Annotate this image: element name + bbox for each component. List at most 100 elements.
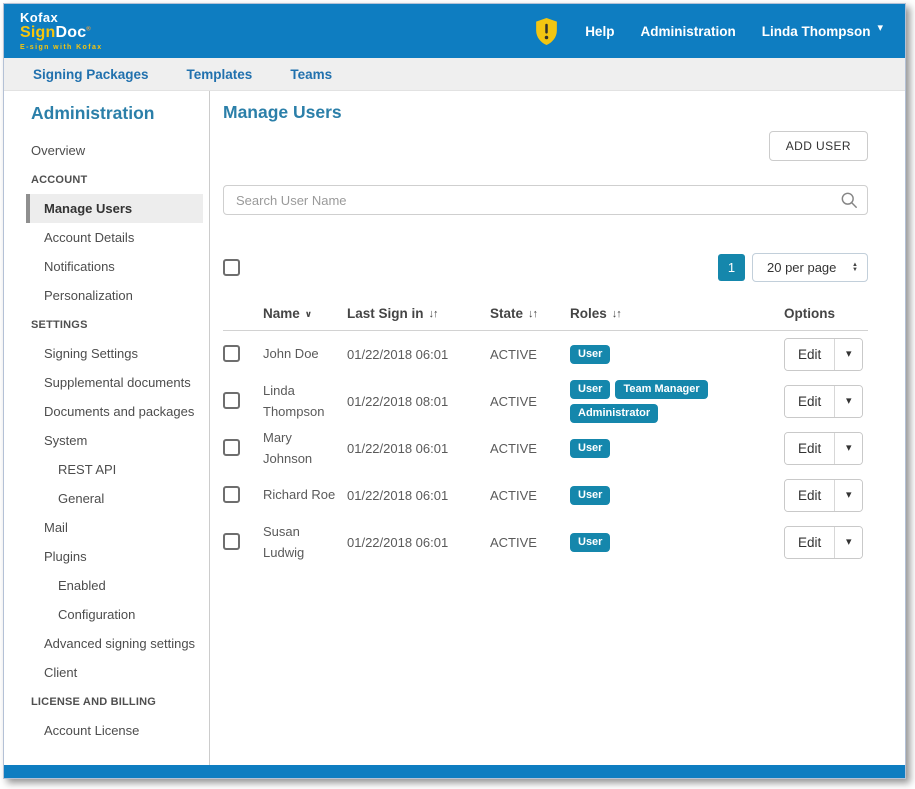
page-1-button[interactable]: 1	[718, 254, 745, 281]
sort-desc-icon: ∨	[305, 309, 312, 320]
select-arrows-icon: ▲ ▼	[852, 263, 858, 273]
header-menu: Help Administration Linda Thompson ▾	[534, 17, 883, 46]
sidebar-item-client[interactable]: Client	[4, 658, 209, 687]
caret-down-icon: ▾	[846, 443, 852, 454]
sidebar-item-general[interactable]: General	[4, 484, 209, 513]
sidebar-item-label: Signing Settings	[44, 346, 138, 361]
sidebar-item-label: Documents and packages	[44, 404, 194, 419]
user-last-sign-in: 01/22/2018 06:01	[347, 535, 490, 550]
nav-templates[interactable]: Templates	[187, 67, 253, 82]
table-row: Susan Ludwig 01/22/2018 06:01 ACTIVE Use…	[223, 519, 868, 566]
user-name: Mary Johnson	[263, 428, 347, 468]
table-row: John Doe 01/22/2018 06:01 ACTIVE User Ed…	[223, 331, 868, 378]
user-name: John Doe	[263, 344, 347, 364]
sidebar-item-overview[interactable]: Overview	[4, 136, 209, 165]
logo-brand: Kofax	[20, 11, 103, 24]
role-badge-team-manager: Team Manager	[615, 380, 707, 399]
role-badge-administrator: Administrator	[570, 404, 658, 423]
sort-header-state[interactable]: State ↓↑	[490, 306, 570, 321]
user-state: ACTIVE	[490, 441, 570, 456]
sidebar-item-advanced-signing-settings[interactable]: Advanced signing settings	[4, 629, 209, 658]
edit-dropdown-button[interactable]: ▾	[835, 433, 862, 464]
page-title: Manage Users	[223, 101, 868, 123]
sidebar-item-account-license[interactable]: Account License	[4, 716, 209, 745]
row-checkbox[interactable]	[223, 439, 240, 456]
sidebar-item-label: Plugins	[44, 549, 87, 564]
sidebar-section-settings: SETTINGS	[4, 310, 209, 339]
edit-button[interactable]: Edit	[785, 433, 835, 464]
user-state: ACTIVE	[490, 394, 570, 409]
sidebar-item-configuration[interactable]: Configuration	[4, 600, 209, 629]
sidebar-item-mail[interactable]: Mail	[4, 513, 209, 542]
select-all-checkbox[interactable]	[223, 259, 240, 276]
warning-shield-icon[interactable]	[534, 17, 559, 46]
edit-dropdown-button[interactable]: ▾	[835, 339, 862, 370]
edit-dropdown-button[interactable]: ▾	[835, 527, 862, 558]
row-checkbox[interactable]	[223, 345, 240, 362]
sidebar-item-signing-settings[interactable]: Signing Settings	[4, 339, 209, 368]
sidebar-item-personalization[interactable]: Personalization	[4, 281, 209, 310]
user-name: Richard Roe	[263, 485, 347, 505]
caret-down-icon: ▾	[877, 23, 883, 34]
row-checkbox[interactable]	[223, 533, 240, 550]
role-badge-user: User	[570, 380, 610, 399]
kofax-signdoc-logo: Kofax SignDoc® E-sign with Kofax	[20, 11, 103, 51]
logo-tagline: E-sign with Kofax	[20, 44, 103, 51]
users-table-body: John Doe 01/22/2018 06:01 ACTIVE User Ed…	[223, 331, 868, 566]
user-last-sign-in: 01/22/2018 08:01	[347, 394, 490, 409]
row-checkbox[interactable]	[223, 392, 240, 409]
sidebar-item-notifications[interactable]: Notifications	[4, 252, 209, 281]
sort-both-icon: ↓↑	[429, 308, 438, 320]
sidebar-item-account-details[interactable]: Account Details	[4, 223, 209, 252]
sidebar-item-documents-and-packages[interactable]: Documents and packages	[4, 397, 209, 426]
edit-dropdown-button[interactable]: ▾	[835, 386, 862, 417]
add-user-button[interactable]: ADD USER	[769, 131, 868, 161]
manage-users-panel: Manage Users ADD USER 1 20 per page	[210, 91, 905, 765]
administration-link[interactable]: Administration	[640, 24, 735, 39]
edit-button[interactable]: Edit	[785, 386, 835, 417]
registered-mark: ®	[86, 27, 91, 33]
table-row: Mary Johnson 01/22/2018 06:01 ACTIVE Use…	[223, 425, 868, 472]
search-icon[interactable]	[840, 191, 858, 209]
sort-header-last-sign-in[interactable]: Last Sign in ↓↑	[347, 306, 490, 321]
sort-both-icon: ↓↑	[528, 308, 537, 320]
content-area: Administration OverviewACCOUNTManage Use…	[4, 91, 905, 765]
edit-button[interactable]: Edit	[785, 339, 835, 370]
user-last-sign-in: 01/22/2018 06:01	[347, 441, 490, 456]
edit-button[interactable]: Edit	[785, 527, 835, 558]
table-row: Richard Roe 01/22/2018 06:01 ACTIVE User…	[223, 472, 868, 519]
sidebar-item-plugins[interactable]: Plugins	[4, 542, 209, 571]
sort-header-roles[interactable]: Roles ↓↑	[570, 306, 784, 321]
sidebar-item-rest-api[interactable]: REST API	[4, 455, 209, 484]
per-page-select[interactable]: 20 per page ▲ ▼	[752, 253, 868, 282]
sidebar-item-enabled[interactable]: Enabled	[4, 571, 209, 600]
row-checkbox[interactable]	[223, 486, 240, 503]
sidebar-item-label: LICENSE AND BILLING	[31, 696, 156, 708]
sidebar-item-label: Mail	[44, 520, 68, 535]
per-page-value: 20 per page	[767, 260, 836, 275]
sidebar-item-label: SETTINGS	[31, 319, 88, 331]
sidebar-title: Administration	[4, 91, 209, 133]
edit-dropdown-button[interactable]: ▾	[835, 480, 862, 511]
app-header: Kofax SignDoc® E-sign with Kofax Help Ad…	[4, 4, 905, 58]
user-roles: User	[570, 439, 784, 458]
user-name-label: Linda Thompson	[762, 24, 871, 39]
sort-header-name[interactable]: Name ∨	[263, 306, 347, 321]
pagination: 1 20 per page ▲ ▼	[718, 253, 868, 282]
sidebar-item-supplemental-documents[interactable]: Supplemental documents	[4, 368, 209, 397]
search-input[interactable]	[223, 185, 868, 215]
user-roles: User	[570, 345, 784, 364]
help-link[interactable]: Help	[585, 24, 614, 39]
user-menu[interactable]: Linda Thompson ▾	[762, 24, 883, 39]
user-roles: User Team Manager Administrator	[570, 380, 784, 423]
nav-signing-packages[interactable]: Signing Packages	[33, 67, 149, 82]
sidebar-item-label: General	[58, 491, 104, 506]
edit-split-button: Edit ▾	[784, 338, 863, 371]
nav-teams[interactable]: Teams	[290, 67, 332, 82]
sidebar-item-manage-users[interactable]: Manage Users	[26, 194, 203, 223]
role-badge-user: User	[570, 345, 610, 364]
caret-down-icon: ▾	[846, 490, 852, 501]
sidebar-item-label: Configuration	[58, 607, 135, 622]
sidebar-item-system[interactable]: System	[4, 426, 209, 455]
edit-button[interactable]: Edit	[785, 480, 835, 511]
